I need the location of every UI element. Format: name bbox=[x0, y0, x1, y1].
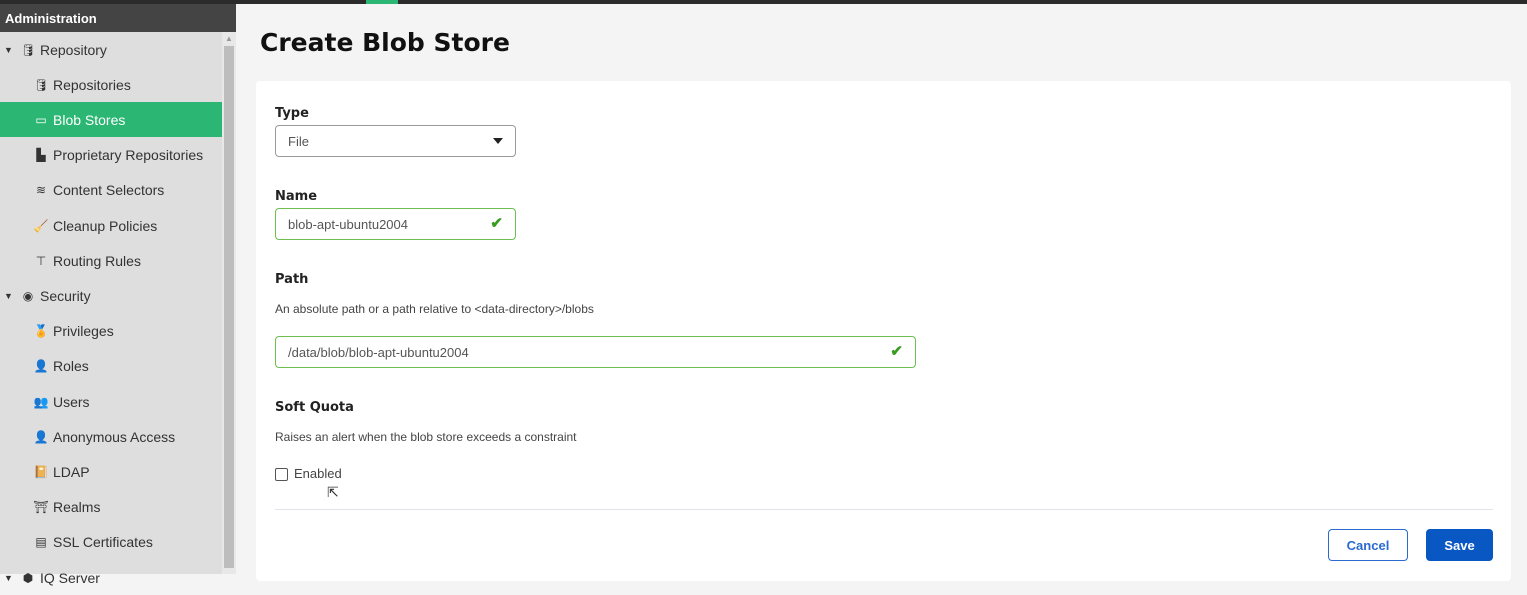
user-icon: 👤 bbox=[33, 429, 49, 444]
hard-drive-icon: ▭ bbox=[35, 112, 47, 127]
sidebar-item-users[interactable]: 👥 Users bbox=[0, 384, 222, 419]
soft-quota-label: Soft Quota bbox=[275, 400, 354, 415]
sidebar-item-anonymous-access[interactable]: 👤 Anonymous Access bbox=[0, 419, 222, 454]
chevron-down-icon bbox=[493, 138, 503, 144]
book-icon: 📔 bbox=[33, 464, 49, 479]
sidebar-item-realms[interactable]: ⛩ Realms bbox=[0, 490, 222, 525]
sidebar-item-ldap[interactable]: 📔 LDAP bbox=[0, 454, 222, 489]
expand-triangle-icon[interactable]: ▼ bbox=[4, 291, 16, 301]
check-icon: ✔ bbox=[890, 343, 903, 360]
form-card: Type File Name blob-apt-ubuntu2004 ✔ Pat… bbox=[256, 81, 1511, 581]
signpost-icon: ⊤ bbox=[35, 253, 47, 268]
sidebar-item-ssl-certificates[interactable]: ▤ SSL Certificates bbox=[0, 525, 222, 560]
path-input[interactable]: /data/blob/blob-apt-ubuntu2004 ✔ bbox=[275, 336, 916, 368]
gate-icon: ⛩ bbox=[33, 500, 49, 515]
type-label: Type bbox=[275, 106, 309, 121]
sidebar-title: Administration bbox=[0, 4, 236, 32]
badge-icon: ◉ bbox=[22, 288, 34, 303]
sidebar-item-content-selectors[interactable]: ≋ Content Selectors bbox=[0, 173, 222, 208]
enabled-label[interactable]: Enabled bbox=[294, 466, 342, 481]
sidebar-item-label: Users bbox=[53, 393, 90, 410]
divider bbox=[275, 509, 1493, 510]
sidebar-item-label: Repositories bbox=[53, 76, 131, 93]
users-icon: 👥 bbox=[33, 394, 49, 409]
door-icon: ▙ bbox=[36, 148, 46, 163]
server-icon: ⬢ bbox=[22, 570, 34, 585]
soft-quota-help: Raises an alert when the blob store exce… bbox=[275, 430, 577, 444]
expand-triangle-icon[interactable]: ▼ bbox=[4, 573, 16, 583]
medal-icon: 🏅 bbox=[33, 324, 49, 339]
save-button[interactable]: Save bbox=[1426, 529, 1493, 561]
name-value: blob-apt-ubuntu2004 bbox=[288, 217, 408, 232]
sidebar-item-label: Roles bbox=[53, 358, 89, 375]
type-value: File bbox=[288, 134, 309, 149]
sidebar-item-label: LDAP bbox=[53, 463, 90, 480]
sidebar-item-label: Routing Rules bbox=[53, 252, 141, 269]
sidebar-item-proprietary-repositories[interactable]: ▙ Proprietary Repositories bbox=[0, 138, 222, 173]
sidebar-item-repositories[interactable]: 🛢 Repositories bbox=[0, 67, 222, 102]
sidebar-item-label: Cleanup Policies bbox=[53, 217, 158, 234]
main-content: Create Blob Store Type File Name blob-ap… bbox=[236, 4, 1527, 581]
broom-icon: 🧹 bbox=[33, 218, 49, 233]
path-value: /data/blob/blob-apt-ubuntu2004 bbox=[288, 345, 469, 360]
sidebar-item-iq-server[interactable]: ▼ ⬢ IQ Server bbox=[0, 560, 222, 595]
scroll-up-icon[interactable]: ▲ bbox=[225, 34, 233, 43]
sidebar: Administration ▼ 🛢 Repository 🛢 Repositories… bbox=[0, 4, 236, 586]
sidebar-item-label: Repository bbox=[40, 41, 107, 58]
sidebar-item-label: Content Selectors bbox=[53, 182, 165, 199]
sidebar-item-security[interactable]: ▼ ◉ Security bbox=[0, 278, 222, 313]
sidebar-item-label: Security bbox=[40, 287, 91, 304]
database-icon: 🛢 bbox=[20, 42, 36, 57]
enabled-checkbox[interactable] bbox=[275, 468, 288, 481]
sidebar-item-label: SSL Certificates bbox=[53, 534, 153, 551]
page-title: Create Blob Store bbox=[260, 28, 510, 57]
type-select[interactable]: File bbox=[275, 125, 516, 157]
scrollbar-thumb[interactable] bbox=[224, 46, 234, 568]
sidebar-item-privileges[interactable]: 🏅 Privileges bbox=[0, 314, 222, 349]
user-tag-icon: 👤 bbox=[33, 359, 49, 374]
certificate-icon: ▤ bbox=[35, 535, 47, 550]
sidebar-item-label: Realms bbox=[53, 499, 101, 516]
sidebar-item-blob-stores[interactable]: ▭ Blob Stores bbox=[0, 102, 222, 138]
path-label: Path bbox=[275, 272, 309, 287]
mouse-cursor-icon: ⇱ bbox=[327, 484, 339, 500]
name-input[interactable]: blob-apt-ubuntu2004 ✔ bbox=[275, 208, 516, 240]
database-icon: 🛢 bbox=[33, 77, 49, 92]
sidebar-item-label: Privileges bbox=[53, 323, 114, 340]
sidebar-item-repository[interactable]: ▼ 🛢 Repository bbox=[0, 32, 222, 67]
expand-triangle-icon[interactable]: ▼ bbox=[4, 45, 16, 55]
sidebar-item-roles[interactable]: 👤 Roles bbox=[0, 349, 222, 384]
sidebar-item-label: Blob Stores bbox=[53, 111, 126, 128]
sidebar-scrollbar[interactable]: ▲ bbox=[222, 32, 236, 574]
sidebar-item-label: IQ Server bbox=[40, 569, 100, 586]
layers-icon: ≋ bbox=[35, 183, 47, 198]
sidebar-item-cleanup-policies[interactable]: 🧹 Cleanup Policies bbox=[0, 208, 222, 243]
cancel-button[interactable]: Cancel bbox=[1328, 529, 1408, 561]
sidebar-item-routing-rules[interactable]: ⊤ Routing Rules bbox=[0, 243, 222, 278]
path-help: An absolute path or a path relative to <… bbox=[275, 302, 594, 316]
name-label: Name bbox=[275, 189, 318, 204]
sidebar-item-label: Proprietary Repositories bbox=[53, 147, 204, 164]
sidebar-item-label: Anonymous Access bbox=[53, 428, 176, 445]
check-icon: ✔ bbox=[490, 215, 503, 232]
